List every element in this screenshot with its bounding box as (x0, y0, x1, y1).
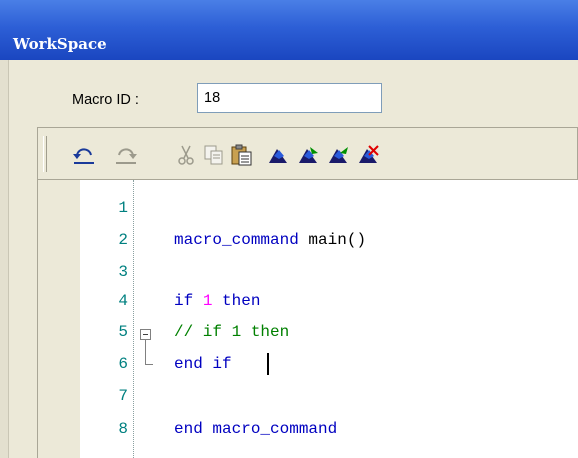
line-number: 2 (118, 231, 128, 249)
line-number: 5 (118, 323, 128, 341)
undo-icon (73, 148, 94, 164)
line-number-separator (133, 180, 134, 458)
code-line[interactable]: 3 (38, 263, 578, 285)
marker-next-button[interactable] (294, 141, 322, 169)
code-line[interactable]: 7 (38, 387, 578, 409)
title-bar[interactable]: WorkSpace (0, 0, 578, 60)
undo-button[interactable] (70, 141, 98, 169)
code-line[interactable]: 8 end macro_command (38, 420, 578, 442)
code-text: macro_command main() (174, 231, 366, 249)
editor-toolbar (37, 127, 578, 180)
workspace-window: WorkSpace Macro ID : 18 1 2 macro_comman… (0, 0, 578, 458)
marker-next-icon (299, 147, 318, 163)
code-text: end macro_command (174, 420, 337, 438)
code-text: if 1 then (174, 292, 260, 310)
line-number: 7 (118, 387, 128, 405)
code-line[interactable]: 2 macro_command main() (38, 231, 578, 253)
code-editor[interactable]: 1 2 macro_command main() 3 4 if 1 then 5 // if … (37, 180, 578, 458)
code-token: macro_command (174, 231, 299, 249)
code-text: end if (174, 355, 232, 373)
code-line[interactable]: 6 end if (38, 355, 578, 377)
left-panel-edge (0, 60, 9, 458)
copy-button[interactable] (200, 141, 228, 169)
marker-icon (269, 149, 287, 163)
line-number: 1 (118, 199, 128, 217)
code-token: then (212, 292, 261, 310)
macro-id-label: Macro ID : (72, 92, 139, 108)
marker-clear-icon (359, 145, 379, 163)
code-token: main() (298, 231, 367, 249)
text-caret (267, 353, 269, 375)
toolbar-grip[interactable] (43, 136, 47, 172)
paste-icon (231, 144, 252, 166)
editor-gutter-margin (38, 180, 80, 458)
line-number: 8 (118, 420, 128, 438)
line-number: 6 (118, 355, 128, 373)
code-token: 1 (202, 292, 213, 310)
window-title: WorkSpace (13, 35, 107, 53)
cut-button[interactable] (172, 141, 200, 169)
paste-button[interactable] (228, 141, 256, 169)
code-line[interactable]: 5 // if 1 then (38, 323, 578, 345)
line-number: 4 (118, 292, 128, 310)
code-token: end macro_command (174, 420, 338, 438)
fold-region-line (145, 340, 146, 364)
code-token: end if (174, 355, 232, 373)
redo-icon (116, 148, 137, 164)
marker-prev-icon (329, 147, 348, 163)
code-line[interactable]: 1 (38, 199, 578, 221)
macro-id-input[interactable] (197, 83, 382, 113)
code-line[interactable]: 4 if 1 then (38, 292, 578, 314)
copy-icon (204, 145, 223, 165)
marker-clear-button[interactable] (354, 141, 382, 169)
cut-icon (178, 145, 194, 165)
fold-collapse-icon[interactable] (140, 329, 151, 340)
fold-end-marker (145, 364, 153, 365)
redo-button[interactable] (112, 141, 140, 169)
marker-prev-button[interactable] (324, 141, 352, 169)
marker-button[interactable] (264, 141, 292, 169)
code-text: // if 1 then (174, 323, 289, 341)
code-token: // if 1 then (174, 323, 290, 341)
line-number: 3 (118, 263, 128, 281)
code-token: if (174, 292, 203, 310)
